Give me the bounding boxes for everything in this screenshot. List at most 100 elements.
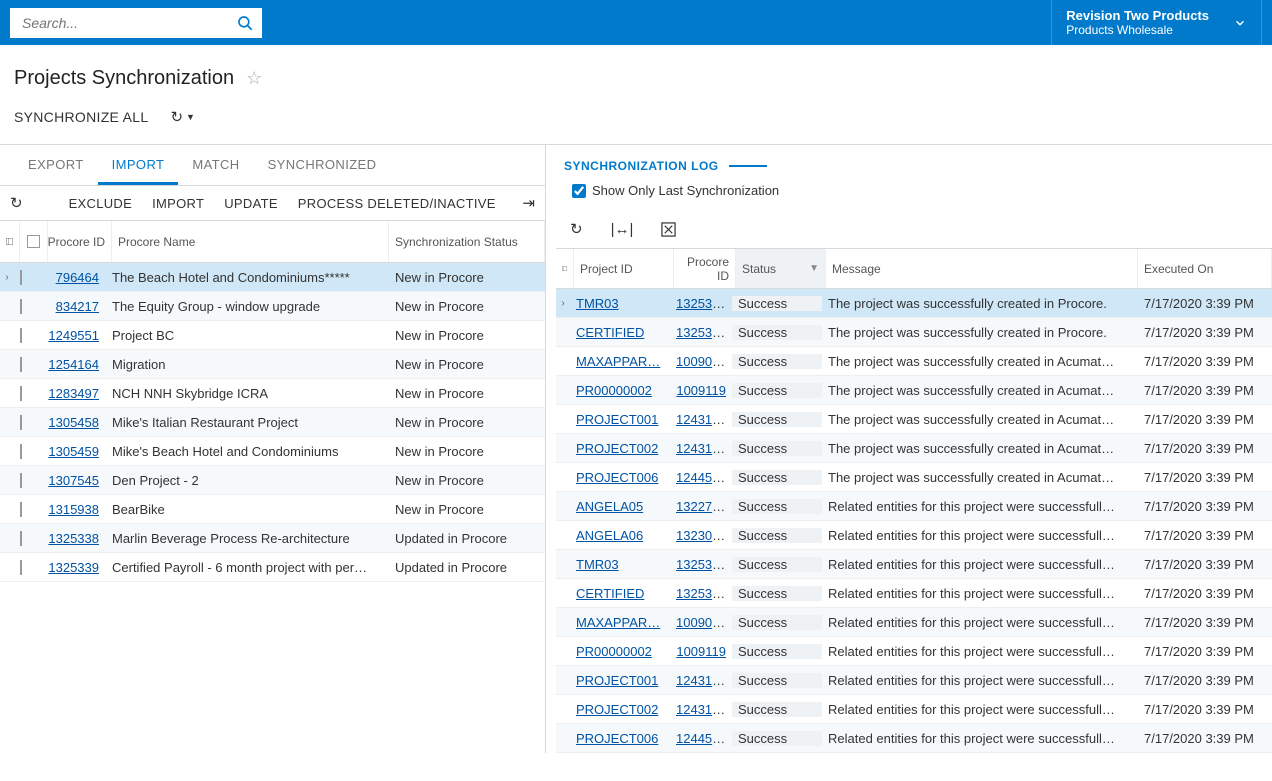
row-checkbox[interactable] <box>14 444 42 459</box>
col-log-status[interactable]: Status▼ <box>736 249 826 288</box>
log-row[interactable]: PROJECT0011243174SuccessRelated entities… <box>556 666 1272 695</box>
show-only-last-checkbox[interactable] <box>572 184 586 198</box>
select-all-checkbox[interactable] <box>20 221 48 262</box>
log-row[interactable]: PROJECT0021243176SuccessThe project was … <box>556 434 1272 463</box>
table-row[interactable]: 1325338Marlin Beverage Process Re-archit… <box>0 524 545 553</box>
project-id-link[interactable]: PROJECT001 <box>576 412 658 427</box>
row-checkbox[interactable] <box>14 299 42 314</box>
row-checkbox[interactable] <box>14 357 42 372</box>
procore-id-link[interactable]: 1305458 <box>48 415 99 430</box>
procore-id-link[interactable]: 1325339 <box>676 586 727 601</box>
project-id-link[interactable]: PROJECT002 <box>576 702 658 717</box>
procore-id-link[interactable]: 1325338 <box>48 531 99 546</box>
log-row[interactable]: PROJECT0021243176SuccessRelated entities… <box>556 695 1272 724</box>
project-id-link[interactable]: PROJECT006 <box>576 470 658 485</box>
log-row[interactable]: ANGELA061323040SuccessRelated entities f… <box>556 521 1272 550</box>
project-id-link[interactable]: CERTIFIED <box>576 586 644 601</box>
project-id-link[interactable]: PR00000002 <box>576 383 652 398</box>
history-dropdown[interactable]: ↻ ▼ <box>170 108 195 126</box>
procore-id-link[interactable]: 796464 <box>56 270 99 285</box>
expand-icon[interactable]: › <box>0 272 14 283</box>
fit-columns-button[interactable]: |↔| <box>611 221 634 238</box>
log-row[interactable]: PR000000021009119SuccessThe project was … <box>556 376 1272 405</box>
tab-synchronized[interactable]: SYNCHRONIZED <box>254 145 391 185</box>
table-row[interactable]: 834217The Equity Group - window upgradeN… <box>0 292 545 321</box>
project-id-link[interactable]: ANGELA06 <box>576 528 643 543</box>
project-id-link[interactable]: MAXAPPAR… <box>576 615 660 630</box>
row-checkbox[interactable] <box>14 502 42 517</box>
log-row[interactable]: MAXAPPAR…1009088SuccessThe project was s… <box>556 347 1272 376</box>
col-project-id[interactable]: Project ID <box>574 249 674 288</box>
procore-id-link[interactable]: 1243176 <box>676 702 727 717</box>
procore-id-link[interactable]: 1315938 <box>48 502 99 517</box>
log-row[interactable]: ANGELA051322754SuccessRelated entities f… <box>556 492 1272 521</box>
col-procore-id[interactable]: Procore ID <box>48 221 112 262</box>
procore-id-link[interactable]: 1009088 <box>676 354 727 369</box>
procore-id-link[interactable]: 834217 <box>56 299 99 314</box>
procore-id-link[interactable]: 1009088 <box>676 615 727 630</box>
procore-id-link[interactable]: 1254164 <box>48 357 99 372</box>
procore-id-link[interactable]: 1243174 <box>676 673 727 688</box>
project-id-link[interactable]: PROJECT001 <box>576 673 658 688</box>
procore-id-link[interactable]: 1249551 <box>48 328 99 343</box>
project-id-link[interactable]: CERTIFIED <box>576 325 644 340</box>
log-row[interactable]: ›TMR031325338SuccessThe project was succ… <box>556 289 1272 318</box>
project-id-link[interactable]: TMR03 <box>576 296 619 311</box>
table-row[interactable]: 1305459Mike's Beach Hotel and Condominiu… <box>0 437 545 466</box>
search-input[interactable] <box>10 8 262 38</box>
expand-icon[interactable]: › <box>556 298 570 309</box>
table-row[interactable]: 1249551Project BCNew in Procore <box>0 321 545 350</box>
procore-id-link[interactable]: 1244531 <box>676 470 727 485</box>
row-checkbox[interactable] <box>14 386 42 401</box>
procore-id-link[interactable]: 1243176 <box>676 441 727 456</box>
procore-id-link[interactable]: 1283497 <box>48 386 99 401</box>
col-log-procore-id[interactable]: Procore ID <box>674 249 736 288</box>
table-row[interactable]: ›796464The Beach Hotel and Condominiums*… <box>0 263 545 292</box>
search-button[interactable] <box>234 12 256 34</box>
row-checkbox[interactable] <box>14 415 42 430</box>
log-row[interactable]: CERTIFIED1325339SuccessThe project was s… <box>556 318 1272 347</box>
export-excel-button[interactable] <box>661 222 676 237</box>
log-row[interactable]: CERTIFIED1325339SuccessRelated entities … <box>556 579 1272 608</box>
table-row[interactable]: 1254164MigrationNew in Procore <box>0 350 545 379</box>
table-row[interactable]: 1283497NCH NNH Skybridge ICRANew in Proc… <box>0 379 545 408</box>
procore-id-link[interactable]: 1009119 <box>676 644 726 659</box>
tab-export[interactable]: EXPORT <box>14 145 98 185</box>
synchronize-all-button[interactable]: SYNCHRONIZE ALL <box>14 109 148 125</box>
procore-id-link[interactable]: 1322754 <box>676 499 727 514</box>
procore-id-link[interactable]: 1244531 <box>676 731 727 746</box>
column-config-button[interactable] <box>0 221 20 262</box>
log-row[interactable]: PROJECT0011243174SuccessThe project was … <box>556 405 1272 434</box>
row-checkbox[interactable] <box>14 531 42 546</box>
project-id-link[interactable]: ANGELA05 <box>576 499 643 514</box>
refresh-button[interactable]: ↻ <box>10 194 23 212</box>
log-column-config-button[interactable] <box>556 249 574 288</box>
company-selector[interactable]: Revision Two Products Products Wholesale <box>1051 0 1262 45</box>
col-procore-name[interactable]: Procore Name <box>112 221 389 262</box>
project-id-link[interactable]: TMR03 <box>576 557 619 572</box>
procore-id-link[interactable]: 1325339 <box>48 560 99 575</box>
process-deleted-button[interactable]: PROCESS DELETED/INACTIVE <box>298 196 496 211</box>
procore-id-link[interactable]: 1009119 <box>676 383 726 398</box>
import-button[interactable]: IMPORT <box>152 196 204 211</box>
project-id-link[interactable]: PROJECT002 <box>576 441 658 456</box>
tab-import[interactable]: IMPORT <box>98 145 179 185</box>
log-row[interactable]: PROJECT0061244531SuccessThe project was … <box>556 463 1272 492</box>
procore-id-link[interactable]: 1323040 <box>676 528 727 543</box>
table-row[interactable]: 1325339Certified Payroll - 6 month proje… <box>0 553 545 582</box>
row-checkbox[interactable] <box>14 328 42 343</box>
log-row[interactable]: MAXAPPAR…1009088SuccessRelated entities … <box>556 608 1272 637</box>
procore-id-link[interactable]: 1325339 <box>676 325 727 340</box>
col-message[interactable]: Message <box>826 249 1138 288</box>
procore-id-link[interactable]: 1325338 <box>676 296 727 311</box>
project-id-link[interactable]: PROJECT006 <box>576 731 658 746</box>
row-checkbox[interactable] <box>14 270 42 285</box>
log-row[interactable]: TMR031325338SuccessRelated entities for … <box>556 550 1272 579</box>
refresh-log-button[interactable]: ↻ <box>570 220 583 238</box>
procore-id-link[interactable]: 1243174 <box>676 412 727 427</box>
procore-id-link[interactable]: 1325338 <box>676 557 727 572</box>
tab-match[interactable]: MATCH <box>178 145 253 185</box>
table-row[interactable]: 1305458Mike's Italian Restaurant Project… <box>0 408 545 437</box>
table-row[interactable]: 1315938BearBikeNew in Procore <box>0 495 545 524</box>
favorite-button[interactable]: ☆ <box>246 68 262 89</box>
